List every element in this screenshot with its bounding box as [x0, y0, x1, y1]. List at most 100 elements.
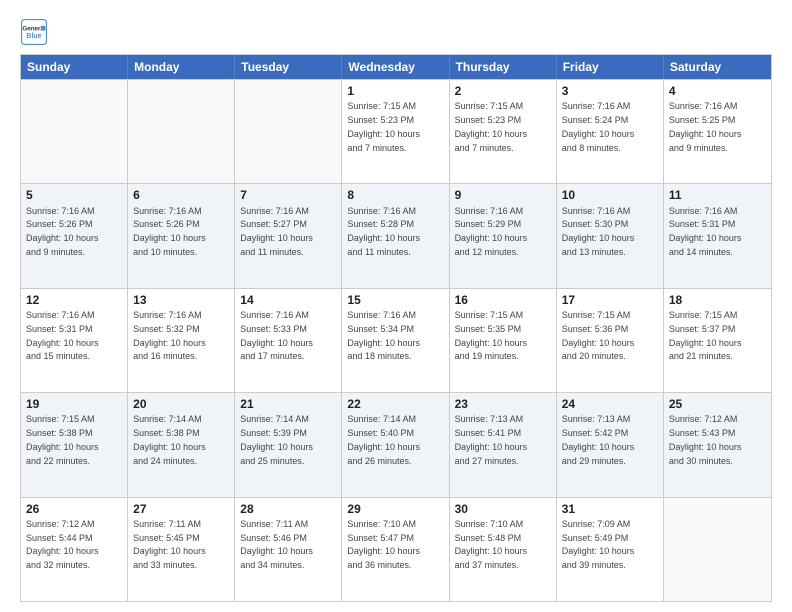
calendar-row: 5 Sunrise: 7:16 AM Sunset: 5:26 PM Daylig… [21, 183, 771, 287]
day-number: 2 [455, 83, 551, 99]
day-number: 31 [562, 501, 658, 517]
cell-info: Sunrise: 7:15 AM Sunset: 5:38 PM Dayligh… [26, 414, 99, 465]
day-number: 1 [347, 83, 443, 99]
day-number: 3 [562, 83, 658, 99]
calendar-cell: 4Sunrise: 7:16 AM Sunset: 5:25 PM Daylig… [664, 80, 771, 183]
cell-info: Sunrise: 7:13 AM Sunset: 5:41 PM Dayligh… [455, 414, 528, 465]
calendar-cell [128, 80, 235, 183]
calendar-cell: 31 Sunrise: 7:09 AM Sunset: 5:49 PM Dayli… [557, 498, 664, 601]
cell-info: Sunrise: 7:16 AM Sunset: 5:25 PM Dayligh… [669, 101, 742, 152]
calendar-header: SundayMondayTuesdayWednesdayThursdayFrid… [21, 55, 771, 79]
calendar-cell: 3 Sunrise: 7:16 AM Sunset: 5:24 PM Daylig… [557, 80, 664, 183]
calendar-cell: 17Sunrise: 7:15 AM Sunset: 5:36 PM Dayli… [557, 289, 664, 392]
header-day: Sunday [21, 55, 128, 79]
header-day: Tuesday [235, 55, 342, 79]
calendar-cell: 24 Sunrise: 7:13 AM Sunset: 5:42 PM Dayli… [557, 393, 664, 496]
cell-info: Sunrise: 7:10 AM Sunset: 5:48 PM Dayligh… [455, 519, 528, 570]
calendar-cell [21, 80, 128, 183]
calendar-cell: 22 Sunrise: 7:14 AM Sunset: 5:40 PM Dayli… [342, 393, 449, 496]
calendar-cell: 12Sunrise: 7:16 AM Sunset: 5:31 PM Dayli… [21, 289, 128, 392]
day-number: 21 [240, 396, 336, 412]
header-day: Thursday [450, 55, 557, 79]
day-number: 10 [562, 187, 658, 203]
day-number: 28 [240, 501, 336, 517]
calendar-cell: 19 Sunrise: 7:15 AM Sunset: 5:38 PM Dayli… [21, 393, 128, 496]
calendar-cell: 16 Sunrise: 7:15 AM Sunset: 5:35 PM Dayli… [450, 289, 557, 392]
day-number: 22 [347, 396, 443, 412]
cell-info: Sunrise: 7:14 AM Sunset: 5:38 PM Dayligh… [133, 414, 206, 465]
day-number: 11 [669, 187, 766, 203]
calendar: SundayMondayTuesdayWednesdayThursdayFrid… [20, 54, 772, 602]
cell-info: Sunrise: 7:16 AM Sunset: 5:28 PM Dayligh… [347, 206, 420, 257]
calendar-cell: 26 Sunrise: 7:12 AM Sunset: 5:44 PM Dayli… [21, 498, 128, 601]
calendar-cell [664, 498, 771, 601]
cell-info: Sunrise: 7:16 AM Sunset: 5:26 PM Dayligh… [133, 206, 206, 257]
calendar-cell: 27 Sunrise: 7:11 AM Sunset: 5:45 PM Dayli… [128, 498, 235, 601]
day-number: 5 [26, 187, 122, 203]
calendar-row: 1 Sunrise: 7:15 AM Sunset: 5:23 PM Daylig… [21, 79, 771, 183]
calendar-cell: 10 Sunrise: 7:16 AM Sunset: 5:30 PM Dayli… [557, 184, 664, 287]
day-number: 23 [455, 396, 551, 412]
calendar-cell: 21 Sunrise: 7:14 AM Sunset: 5:39 PM Dayli… [235, 393, 342, 496]
calendar-cell: 30 Sunrise: 7:10 AM Sunset: 5:48 PM Dayli… [450, 498, 557, 601]
cell-info: Sunrise: 7:16 AM Sunset: 5:32 PM Dayligh… [133, 310, 206, 361]
cell-info: Sunrise: 7:16 AM Sunset: 5:27 PM Dayligh… [240, 206, 313, 257]
cell-info: Sunrise: 7:14 AM Sunset: 5:40 PM Dayligh… [347, 414, 420, 465]
day-number: 27 [133, 501, 229, 517]
calendar-cell: 25Sunrise: 7:12 AM Sunset: 5:43 PM Dayli… [664, 393, 771, 496]
calendar-cell: 23 Sunrise: 7:13 AM Sunset: 5:41 PM Dayli… [450, 393, 557, 496]
day-number: 26 [26, 501, 122, 517]
cell-info: Sunrise: 7:12 AM Sunset: 5:44 PM Dayligh… [26, 519, 99, 570]
calendar-cell: 9 Sunrise: 7:16 AM Sunset: 5:29 PM Daylig… [450, 184, 557, 287]
day-number: 8 [347, 187, 443, 203]
cell-info: Sunrise: 7:12 AM Sunset: 5:43 PM Dayligh… [669, 414, 742, 465]
cell-info: Sunrise: 7:15 AM Sunset: 5:35 PM Dayligh… [455, 310, 528, 361]
day-number: 17 [562, 292, 658, 308]
day-number: 14 [240, 292, 336, 308]
calendar-row: 19 Sunrise: 7:15 AM Sunset: 5:38 PM Dayli… [21, 392, 771, 496]
cell-info: Sunrise: 7:16 AM Sunset: 5:24 PM Dayligh… [562, 101, 635, 152]
cell-info: Sunrise: 7:16 AM Sunset: 5:29 PM Dayligh… [455, 206, 528, 257]
logo: General Blue [20, 18, 48, 46]
day-number: 6 [133, 187, 229, 203]
day-number: 19 [26, 396, 122, 412]
calendar-cell: 1 Sunrise: 7:15 AM Sunset: 5:23 PM Daylig… [342, 80, 449, 183]
cell-info: Sunrise: 7:11 AM Sunset: 5:45 PM Dayligh… [133, 519, 206, 570]
cell-info: Sunrise: 7:16 AM Sunset: 5:30 PM Dayligh… [562, 206, 635, 257]
calendar-cell: 5 Sunrise: 7:16 AM Sunset: 5:26 PM Daylig… [21, 184, 128, 287]
calendar-cell: 13 Sunrise: 7:16 AM Sunset: 5:32 PM Dayli… [128, 289, 235, 392]
calendar-cell: 7Sunrise: 7:16 AM Sunset: 5:27 PM Daylig… [235, 184, 342, 287]
calendar-cell: 15 Sunrise: 7:16 AM Sunset: 5:34 PM Dayli… [342, 289, 449, 392]
day-number: 16 [455, 292, 551, 308]
header-day: Monday [128, 55, 235, 79]
day-number: 24 [562, 396, 658, 412]
cell-info: Sunrise: 7:16 AM Sunset: 5:34 PM Dayligh… [347, 310, 420, 361]
day-number: 15 [347, 292, 443, 308]
calendar-cell: 2Sunrise: 7:15 AM Sunset: 5:23 PM Daylig… [450, 80, 557, 183]
day-number: 30 [455, 501, 551, 517]
cell-info: Sunrise: 7:16 AM Sunset: 5:26 PM Dayligh… [26, 206, 99, 257]
calendar-cell: 20Sunrise: 7:14 AM Sunset: 5:38 PM Dayli… [128, 393, 235, 496]
calendar-cell [235, 80, 342, 183]
cell-info: Sunrise: 7:16 AM Sunset: 5:31 PM Dayligh… [669, 206, 742, 257]
cell-info: Sunrise: 7:14 AM Sunset: 5:39 PM Dayligh… [240, 414, 313, 465]
day-number: 29 [347, 501, 443, 517]
calendar-cell: 18 Sunrise: 7:15 AM Sunset: 5:37 PM Dayli… [664, 289, 771, 392]
day-number: 12 [26, 292, 122, 308]
calendar-cell: 28 Sunrise: 7:11 AM Sunset: 5:46 PM Dayli… [235, 498, 342, 601]
svg-text:Blue: Blue [26, 33, 41, 40]
day-number: 9 [455, 187, 551, 203]
calendar-row: 26 Sunrise: 7:12 AM Sunset: 5:44 PM Dayli… [21, 497, 771, 601]
cell-info: Sunrise: 7:15 AM Sunset: 5:23 PM Dayligh… [347, 101, 420, 152]
day-number: 18 [669, 292, 766, 308]
day-number: 13 [133, 292, 229, 308]
cell-info: Sunrise: 7:09 AM Sunset: 5:49 PM Dayligh… [562, 519, 635, 570]
cell-info: Sunrise: 7:11 AM Sunset: 5:46 PM Dayligh… [240, 519, 313, 570]
header-day: Wednesday [342, 55, 449, 79]
cell-info: Sunrise: 7:15 AM Sunset: 5:37 PM Dayligh… [669, 310, 742, 361]
cell-info: Sunrise: 7:10 AM Sunset: 5:47 PM Dayligh… [347, 519, 420, 570]
calendar-cell: 8 Sunrise: 7:16 AM Sunset: 5:28 PM Daylig… [342, 184, 449, 287]
cell-info: Sunrise: 7:13 AM Sunset: 5:42 PM Dayligh… [562, 414, 635, 465]
calendar-body: 1 Sunrise: 7:15 AM Sunset: 5:23 PM Daylig… [21, 79, 771, 601]
calendar-cell: 29 Sunrise: 7:10 AM Sunset: 5:47 PM Dayli… [342, 498, 449, 601]
